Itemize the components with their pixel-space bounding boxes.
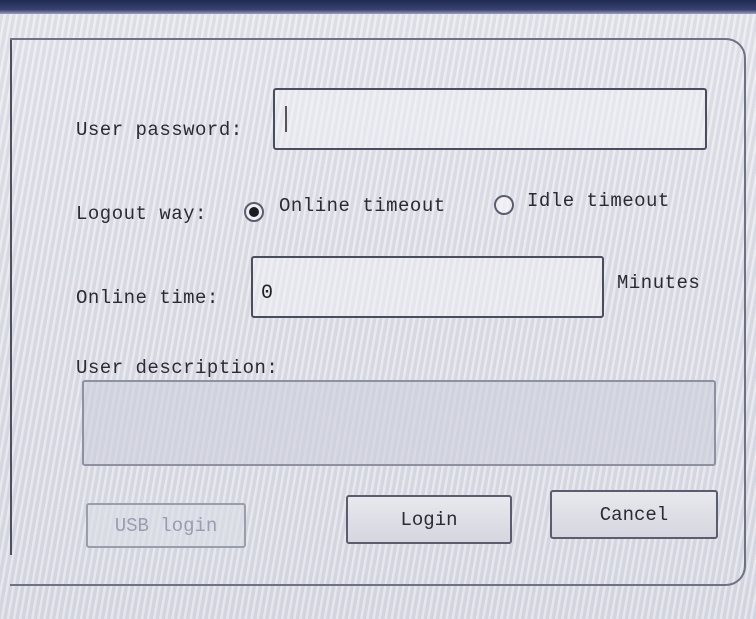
logout-way-label: Logout way:	[76, 203, 207, 225]
radio-selected-dot	[249, 207, 259, 217]
cancel-button[interactable]: Cancel	[550, 490, 718, 539]
radio-idle-timeout[interactable]	[494, 195, 514, 215]
online-timeout-option-label[interactable]: Online timeout	[279, 195, 446, 217]
radio-online-timeout[interactable]	[244, 202, 264, 222]
online-time-input[interactable]: 0	[251, 256, 604, 318]
usb-login-button[interactable]: USB login	[86, 503, 246, 548]
idle-timeout-option-label[interactable]: Idle timeout	[527, 190, 670, 212]
description-field[interactable]	[82, 380, 716, 466]
password-input[interactable]	[273, 88, 707, 150]
window-top-strip	[0, 0, 756, 14]
online-time-label: Online time:	[76, 287, 219, 309]
minutes-unit-label: Minutes	[617, 272, 701, 294]
password-label: User password:	[76, 119, 243, 141]
description-label: User description:	[76, 357, 279, 379]
login-button[interactable]: Login	[346, 495, 512, 544]
text-caret	[285, 106, 287, 132]
